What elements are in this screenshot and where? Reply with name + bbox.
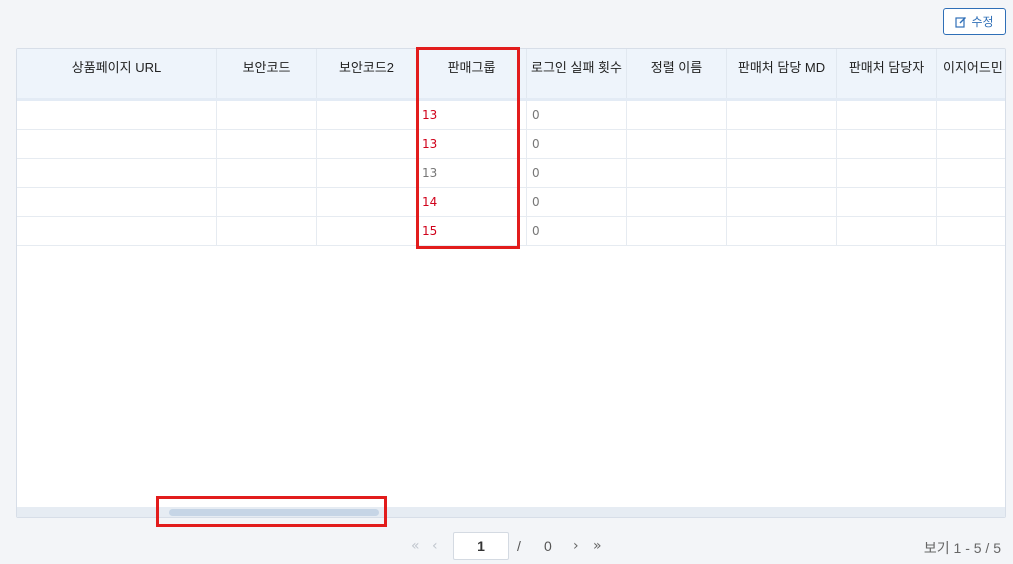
table-cell[interactable] — [627, 101, 727, 129]
table-cell[interactable] — [627, 159, 727, 187]
horizontal-scrollbar[interactable] — [17, 507, 1005, 517]
table-cell[interactable] — [937, 188, 1005, 216]
column-header[interactable]: 이지어드민 — [937, 49, 1005, 98]
page-number-input[interactable] — [453, 532, 509, 560]
table-cell[interactable] — [937, 159, 1005, 187]
grid-header-row: 상품페이지 URL 보안코드 보안코드2 판매그룹 로그인 실패 횟수 정렬 이… — [17, 49, 1005, 101]
view-info: 보기 1 - 5 / 5 — [923, 540, 1001, 556]
column-header[interactable]: 상품페이지 URL — [17, 49, 217, 98]
table-cell[interactable] — [17, 217, 217, 245]
chevron-left-icon[interactable]: ‹ — [432, 538, 438, 554]
table-cell[interactable] — [217, 159, 317, 187]
table-cell[interactable] — [217, 130, 317, 158]
table-cell[interactable] — [17, 188, 217, 216]
table-cell[interactable] — [837, 101, 937, 129]
table-cell[interactable] — [317, 159, 417, 187]
table-cell[interactable] — [727, 159, 837, 187]
table-cell[interactable] — [317, 130, 417, 158]
column-header[interactable]: 판매처 담당자 — [837, 49, 937, 98]
table-row[interactable]: 13 0 — [17, 130, 1005, 159]
total-pages: 0 — [544, 538, 552, 554]
grid-body: 13 0 13 0 13 0 14 0 15 0 — [17, 101, 1005, 246]
table-cell[interactable] — [17, 101, 217, 129]
edit-button-label: 수정 — [971, 15, 994, 29]
table-cell[interactable] — [217, 188, 317, 216]
table-cell[interactable] — [837, 159, 937, 187]
sales-group-cell[interactable]: 15 — [417, 217, 527, 245]
column-header-sales-group[interactable]: 판매그룹 — [417, 49, 527, 98]
double-chevron-left-icon[interactable]: « — [411, 538, 420, 554]
column-header[interactable]: 정렬 이름 — [627, 49, 727, 98]
table-cell[interactable] — [727, 217, 837, 245]
table-cell[interactable] — [937, 101, 1005, 129]
table-cell[interactable] — [837, 217, 937, 245]
table-cell[interactable] — [837, 130, 937, 158]
login-fail-cell[interactable]: 0 — [527, 130, 627, 158]
double-chevron-right-icon[interactable]: » — [593, 538, 602, 554]
table-cell[interactable] — [937, 130, 1005, 158]
table-cell[interactable] — [317, 188, 417, 216]
sales-group-cell[interactable]: 13 — [417, 130, 527, 158]
table-row[interactable]: 13 0 — [17, 101, 1005, 130]
data-grid: 상품페이지 URL 보안코드 보안코드2 판매그룹 로그인 실패 횟수 정렬 이… — [16, 48, 1006, 518]
sales-group-cell[interactable]: 13 — [417, 159, 527, 187]
sales-group-cell[interactable]: 14 — [417, 188, 527, 216]
column-header[interactable]: 로그인 실패 횟수 — [527, 49, 627, 98]
sales-group-cell[interactable]: 13 — [417, 101, 527, 129]
column-header[interactable]: 보안코드 — [217, 49, 317, 98]
scrollbar-thumb[interactable] — [169, 509, 379, 516]
pagination: « ‹ / 0 › » 보기 1 - 5 / 5 — [0, 532, 1013, 560]
table-cell[interactable] — [837, 188, 937, 216]
login-fail-cell[interactable]: 0 — [527, 217, 627, 245]
table-cell[interactable] — [317, 217, 417, 245]
column-header[interactable]: 보안코드2 — [317, 49, 417, 98]
table-cell[interactable] — [727, 101, 837, 129]
table-row[interactable]: 15 0 — [17, 217, 1005, 246]
table-cell[interactable] — [627, 130, 727, 158]
table-cell[interactable] — [727, 130, 837, 158]
table-cell[interactable] — [217, 217, 317, 245]
table-row[interactable]: 13 0 — [17, 159, 1005, 188]
edit-button[interactable]: 수정 — [943, 8, 1006, 35]
table-cell[interactable] — [17, 159, 217, 187]
column-header[interactable]: 판매처 담당 MD — [727, 49, 837, 98]
table-cell[interactable] — [17, 130, 217, 158]
table-cell[interactable] — [627, 217, 727, 245]
login-fail-cell[interactable]: 0 — [527, 101, 627, 129]
login-fail-cell[interactable]: 0 — [527, 159, 627, 187]
login-fail-cell[interactable]: 0 — [527, 188, 627, 216]
chevron-right-icon[interactable]: › — [573, 538, 579, 554]
edit-icon — [955, 16, 967, 28]
table-row[interactable]: 14 0 — [17, 188, 1005, 217]
table-cell[interactable] — [627, 188, 727, 216]
table-cell[interactable] — [317, 101, 417, 129]
page-separator: / — [517, 538, 521, 554]
table-cell[interactable] — [727, 188, 837, 216]
table-cell[interactable] — [217, 101, 317, 129]
table-cell[interactable] — [937, 217, 1005, 245]
